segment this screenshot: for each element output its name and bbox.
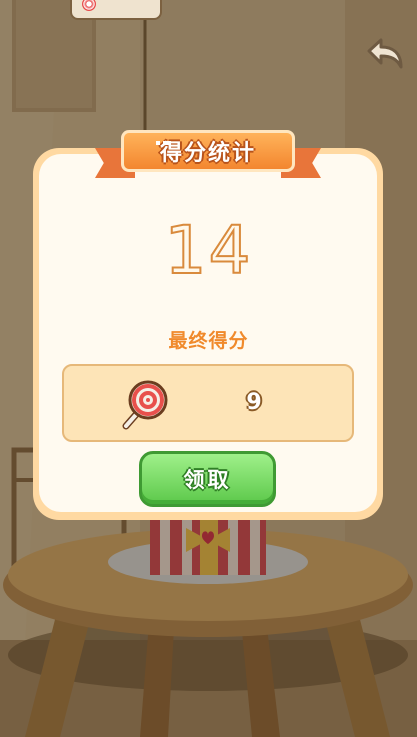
- back-arrow-icon: [367, 38, 403, 69]
- back-button[interactable]: [364, 36, 406, 72]
- ribbon-shine: [156, 141, 171, 145]
- claim-button-label: 领取: [183, 468, 232, 492]
- lollipop-icon: [122, 380, 168, 430]
- reward-count: 9: [246, 390, 262, 415]
- reward-box: 9: [62, 364, 354, 442]
- title-ribbon: 得分统计: [95, 126, 321, 188]
- dialog-title: 得分统计: [159, 141, 256, 166]
- claim-button[interactable]: 领取: [139, 451, 276, 507]
- ribbon-banner: 得分统计: [121, 130, 295, 172]
- score-label: 最终得分: [168, 330, 249, 352]
- candy-icon: [82, 0, 96, 11]
- score-value: 14: [164, 211, 253, 290]
- top-candy-chip: [70, 0, 162, 20]
